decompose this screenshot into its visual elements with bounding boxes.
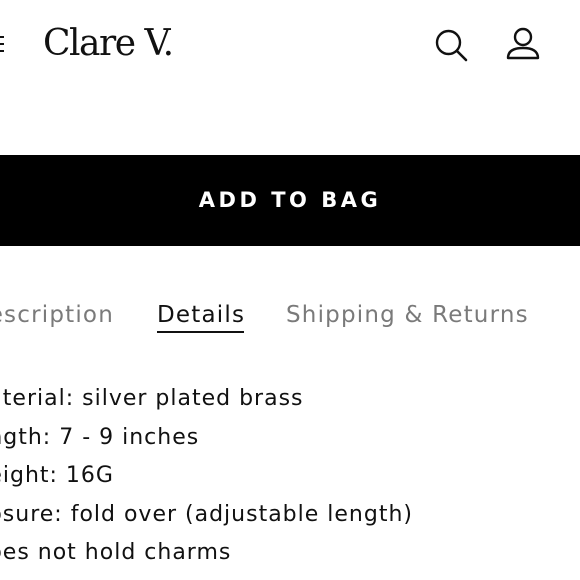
user-account-icon[interactable] — [505, 27, 541, 61]
detail-charms: oes not hold charms — [0, 540, 232, 565]
tab-shipping-returns[interactable]: Shipping & Returns — [286, 298, 529, 332]
detail-material: aterial: silver plated brass — [0, 386, 304, 411]
detail-closure: osure: fold over (adjustable length) — [0, 501, 413, 527]
active-tab-underline — [157, 331, 244, 333]
detail-length: ngth: 7 - 9 inches — [0, 424, 200, 450]
product-page: Clare V. ADD TO BAG escription Details S… — [0, 0, 580, 580]
product-details-list: aterial: silver plated brass ngth: 7 - 9… — [0, 380, 413, 573]
add-to-bag-button[interactable]: ADD TO BAG — [0, 155, 580, 246]
tab-description[interactable]: escription — [0, 298, 114, 332]
search-icon[interactable] — [434, 28, 468, 62]
detail-weight: eight: 16G — [0, 463, 114, 488]
tab-details[interactable]: Details — [157, 298, 245, 332]
hamburger-menu-icon[interactable] — [0, 34, 4, 54]
brand-logo[interactable]: Clare V. — [43, 22, 174, 66]
